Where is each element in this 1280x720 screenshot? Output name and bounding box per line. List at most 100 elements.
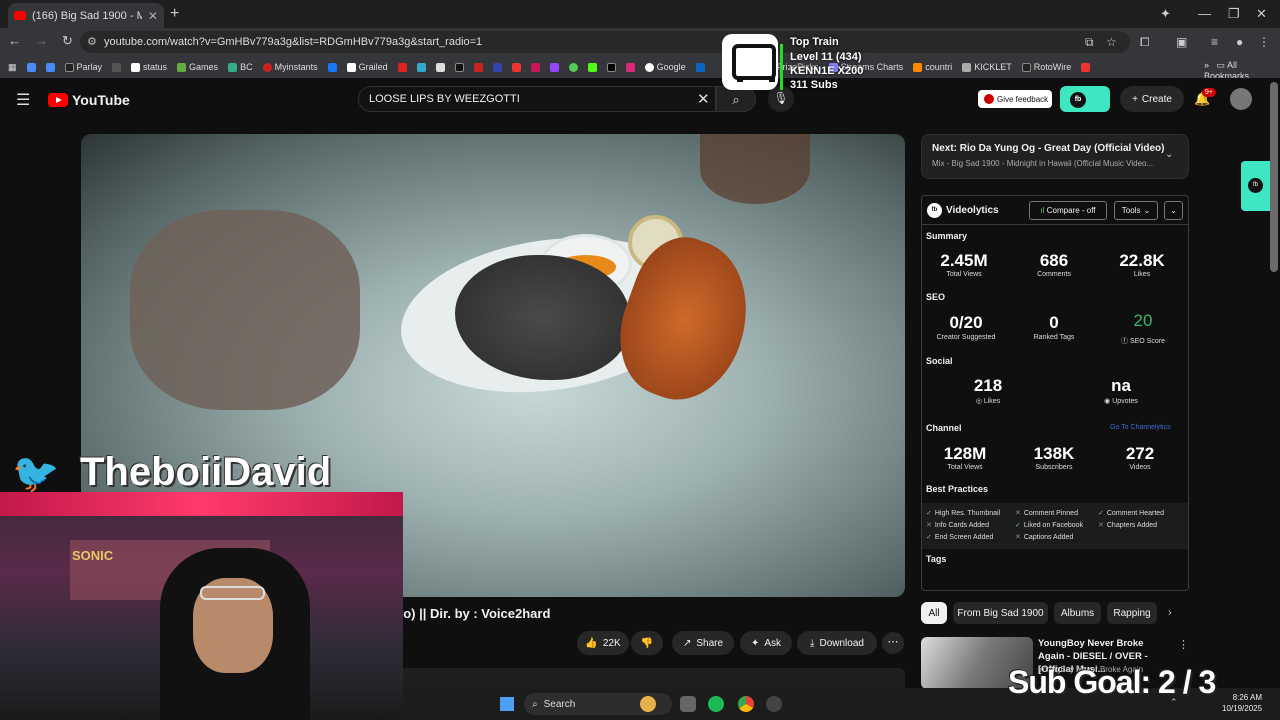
bookmark-twitch[interactable]	[549, 62, 559, 72]
creator-suggested-value: 0/20	[949, 313, 983, 332]
give-feedback-button[interactable]: Give feedback	[978, 90, 1052, 108]
menu-icon[interactable]: ⋮	[1258, 35, 1270, 49]
train-title: Top Train	[790, 36, 839, 48]
bookmark-games[interactable]: Games	[177, 62, 218, 72]
description-box[interactable]	[400, 668, 905, 688]
bookmark-item[interactable]	[112, 62, 122, 72]
bookmark-item[interactable]	[26, 62, 36, 72]
tray-chevron-icon[interactable]: ⌃	[1170, 697, 1178, 708]
led-strip	[0, 492, 403, 516]
cross-icon: ✕	[1098, 522, 1104, 529]
address-bar[interactable]: youtube.com/watch?v=GmHBv779a3g&list=RDG…	[80, 31, 1130, 53]
bookmark-item[interactable]	[435, 62, 445, 72]
total-views-label: Total Views	[946, 271, 982, 278]
side-extension-tab[interactable]	[1241, 161, 1271, 211]
chevron-right-icon[interactable]: ›	[1168, 607, 1172, 619]
youtube-play-icon	[48, 93, 68, 107]
new-tab-button[interactable]: +	[170, 5, 184, 23]
bookmark-star-icon[interactable]: ☆	[1106, 35, 1117, 49]
more-options-icon[interactable]: ⋮	[1178, 638, 1189, 651]
browser-tab[interactable]: (166) Big Sad 1900 - Midni... ✕	[8, 3, 164, 28]
sidepanel-icon[interactable]: ▣	[1176, 35, 1187, 49]
install-icon[interactable]: ⧉	[1085, 35, 1094, 50]
bookmark-parlay[interactable]: Parlay	[64, 62, 102, 72]
compare-toggle[interactable]: ıl Compare - off	[1029, 201, 1107, 220]
forward-icon[interactable]: →	[35, 33, 48, 49]
create-button[interactable]: + Create	[1120, 86, 1184, 112]
profile-icon[interactable]: ●	[1236, 35, 1243, 49]
back-icon[interactable]: ←	[8, 33, 21, 49]
widgets-icon[interactable]	[640, 696, 656, 712]
obs-icon[interactable]	[766, 696, 782, 712]
close-window-button[interactable]: ✕	[1256, 6, 1267, 22]
like-button[interactable]: 👍 22K	[577, 631, 629, 655]
bookmark-countri[interactable]: countri	[913, 62, 952, 72]
chip-albums[interactable]: Albums	[1054, 602, 1101, 624]
scrollbar[interactable]	[1270, 82, 1278, 272]
expand-dropdown[interactable]: ⌄	[1164, 201, 1183, 220]
videolytics-name: Videolytics	[946, 205, 999, 216]
clear-search-icon[interactable]: ✕	[697, 90, 710, 108]
bookmark-status[interactable]: status	[131, 62, 167, 72]
search-icon: ⌕	[532, 698, 538, 710]
hamburger-menu-icon[interactable]: ☰	[16, 90, 30, 110]
close-tab-icon[interactable]: ✕	[148, 9, 158, 23]
task-view-icon[interactable]	[680, 696, 696, 712]
bookmark-x[interactable]	[606, 62, 616, 72]
share-button[interactable]: ↗ Share	[672, 631, 734, 655]
apps-icon[interactable]: ▦	[8, 62, 17, 73]
site-info-icon[interactable]: ⚙	[87, 35, 97, 48]
download-button[interactable]: ⤓ Download	[797, 631, 877, 655]
reddit-icon: ◉	[1104, 398, 1113, 405]
bookmark-item[interactable]	[1081, 62, 1091, 72]
bookmark-item[interactable]	[45, 62, 55, 72]
bookmark-item[interactable]	[511, 62, 521, 72]
tools-dropdown[interactable]: Tools ⌄	[1114, 201, 1158, 220]
windows-start-icon[interactable]	[500, 697, 514, 711]
up-next-card[interactable]	[921, 134, 1189, 179]
bookmark-bc[interactable]: BC	[228, 62, 253, 72]
bookmark-kick[interactable]	[587, 62, 597, 72]
reload-icon[interactable]: ↻	[62, 33, 73, 49]
bookmark-item[interactable]	[695, 62, 705, 72]
videos-value: 272	[1125, 444, 1155, 463]
bookmark-item[interactable]	[416, 62, 426, 72]
bookmark-item[interactable]	[530, 62, 540, 72]
extension-button[interactable]	[1060, 86, 1110, 112]
minimize-button[interactable]: —	[1198, 6, 1211, 21]
bookmark-item[interactable]	[473, 62, 483, 72]
spotify-icon[interactable]	[708, 696, 724, 712]
maximize-button[interactable]: ❐	[1228, 6, 1240, 22]
gemini-icon[interactable]: ✦	[1160, 6, 1171, 22]
dislike-button[interactable]: 👎	[631, 631, 663, 655]
media-icon[interactable]: ≡	[1211, 35, 1218, 49]
chrome-icon[interactable]	[738, 696, 754, 712]
bookmark-item[interactable]	[454, 62, 464, 72]
bookmark-item[interactable]	[492, 62, 502, 72]
extensions-icon[interactable]: ⧠	[1140, 35, 1150, 50]
bp-item: ✕ Captions Added	[1015, 533, 1074, 542]
bookmark-facebook[interactable]	[327, 62, 337, 72]
more-actions-button[interactable]: ⋯	[882, 632, 904, 654]
chip-from-channel[interactable]: From Big Sad 1900	[953, 602, 1048, 624]
avatar[interactable]	[1230, 88, 1252, 110]
search-input[interactable]: LOOSE LIPS BY WEEZGOTTI	[358, 86, 716, 112]
youtube-logo[interactable]: YouTube	[48, 92, 130, 108]
go-to-channelytics-link[interactable]: Go To Channelytics	[1110, 424, 1171, 431]
bookmark-myinstants[interactable]: Myinstants	[262, 62, 318, 72]
chevron-down-icon[interactable]: ⌄	[1165, 149, 1173, 160]
bookmark-google[interactable]: Google	[644, 62, 686, 72]
bookmark-item[interactable]	[568, 62, 578, 72]
chip-all[interactable]: All	[921, 602, 947, 624]
bp-item: ✕ Info Cards Added	[926, 521, 989, 530]
clock[interactable]: 8:26 AM 10/19/2025	[1222, 692, 1262, 714]
bookmark-instagram[interactable]	[625, 62, 635, 72]
bookmark-item[interactable]	[397, 62, 407, 72]
bp-item: ✓ High Res. Thumbnail	[926, 509, 1001, 518]
chip-rapping[interactable]: Rapping	[1107, 602, 1157, 624]
bookmark-grailed[interactable]: Grailed	[346, 62, 388, 72]
subscribers-value: 138K	[1033, 444, 1075, 463]
bookmark-rotowire[interactable]: RotoWire	[1021, 62, 1071, 72]
bookmark-kicklet[interactable]: KICKLET	[962, 62, 1012, 72]
ask-button[interactable]: ✦ Ask	[740, 631, 792, 655]
